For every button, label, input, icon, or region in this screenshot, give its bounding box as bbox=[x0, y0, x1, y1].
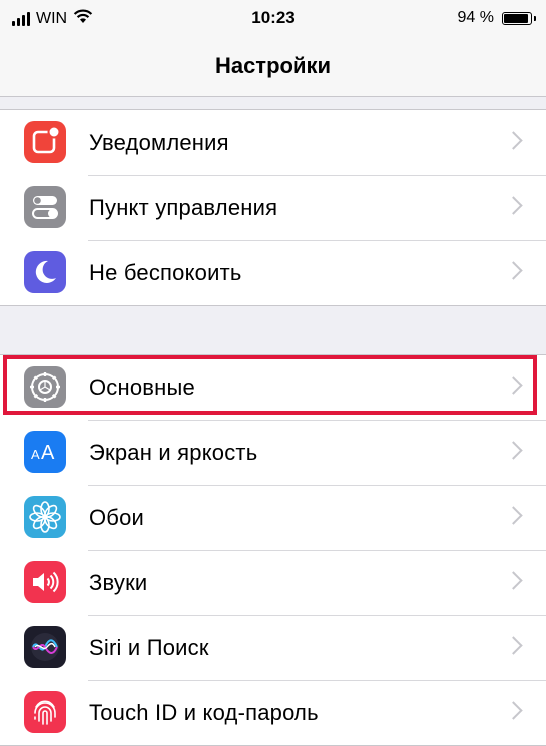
siri-icon bbox=[24, 626, 66, 668]
settings-row-wallpaper[interactable]: Обои bbox=[0, 485, 546, 550]
chevron-right-icon bbox=[504, 636, 523, 655]
chevron-right-icon bbox=[504, 506, 523, 525]
chevron-right-icon bbox=[504, 571, 523, 590]
battery-percentage: 94 % bbox=[457, 9, 494, 26]
gear-icon bbox=[24, 366, 66, 408]
chevron-right-icon bbox=[504, 196, 523, 215]
settings-group-2: Основные A A Экран и яркость Обои Звуки … bbox=[0, 354, 546, 746]
wallpaper-flower-icon bbox=[24, 496, 66, 538]
row-separator bbox=[88, 420, 546, 421]
settings-group-1: Уведомления Пункт управления Не беспокои… bbox=[0, 109, 546, 306]
row-separator bbox=[88, 485, 546, 486]
settings-row-label: Siri и Поиск bbox=[89, 634, 209, 660]
row-separator bbox=[88, 680, 546, 681]
page-title: Настройки bbox=[214, 53, 332, 78]
status-bar: WIN 10:23 94 % bbox=[0, 0, 546, 36]
chevron-right-icon bbox=[504, 376, 523, 395]
settings-row-label: Экран и яркость bbox=[89, 439, 258, 465]
settings-row-label: Пункт управления bbox=[89, 194, 278, 220]
settings-row-display[interactable]: A A Экран и яркость bbox=[0, 420, 546, 485]
settings-row-do-not-disturb[interactable]: Не беспокоить bbox=[0, 240, 546, 305]
moon-icon bbox=[24, 251, 66, 293]
chevron-right-icon bbox=[504, 131, 523, 150]
settings-row-siri-search[interactable]: Siri и Поиск bbox=[0, 615, 546, 680]
row-separator bbox=[88, 240, 546, 241]
status-right: 94 % bbox=[457, 9, 536, 27]
display-aa-icon: A A bbox=[24, 431, 66, 473]
settings-row-control-center[interactable]: Пункт управления bbox=[0, 175, 546, 240]
row-separator bbox=[88, 615, 546, 616]
row-separator bbox=[88, 175, 546, 176]
settings-row-label: Touch ID и код-пароль bbox=[89, 699, 319, 725]
navigation-bar: Настройки bbox=[0, 36, 546, 97]
settings-row-general[interactable]: Основные bbox=[0, 355, 546, 420]
settings-row-label: Обои bbox=[89, 504, 145, 530]
settings-row-label: Не беспокоить bbox=[89, 259, 242, 285]
settings-row-notifications[interactable]: Уведомления bbox=[0, 110, 546, 175]
chevron-right-icon bbox=[504, 701, 523, 720]
row-separator bbox=[88, 550, 546, 551]
svg-text:A: A bbox=[31, 447, 40, 462]
control-center-icon bbox=[24, 186, 66, 228]
settings-row-touch-id[interactable]: Touch ID и код-пароль bbox=[0, 680, 546, 745]
notifications-icon bbox=[24, 121, 66, 163]
chevron-right-icon bbox=[504, 261, 523, 280]
settings-row-label: Уведомления bbox=[89, 129, 229, 155]
fingerprint-icon bbox=[24, 691, 66, 733]
battery-icon bbox=[502, 11, 536, 25]
settings-row-label: Звуки bbox=[89, 569, 148, 595]
settings-row-label: Основные bbox=[89, 374, 195, 400]
chevron-right-icon bbox=[504, 441, 523, 460]
speaker-icon bbox=[24, 561, 66, 603]
svg-text:A: A bbox=[41, 442, 55, 464]
settings-row-sounds[interactable]: Звуки bbox=[0, 550, 546, 615]
